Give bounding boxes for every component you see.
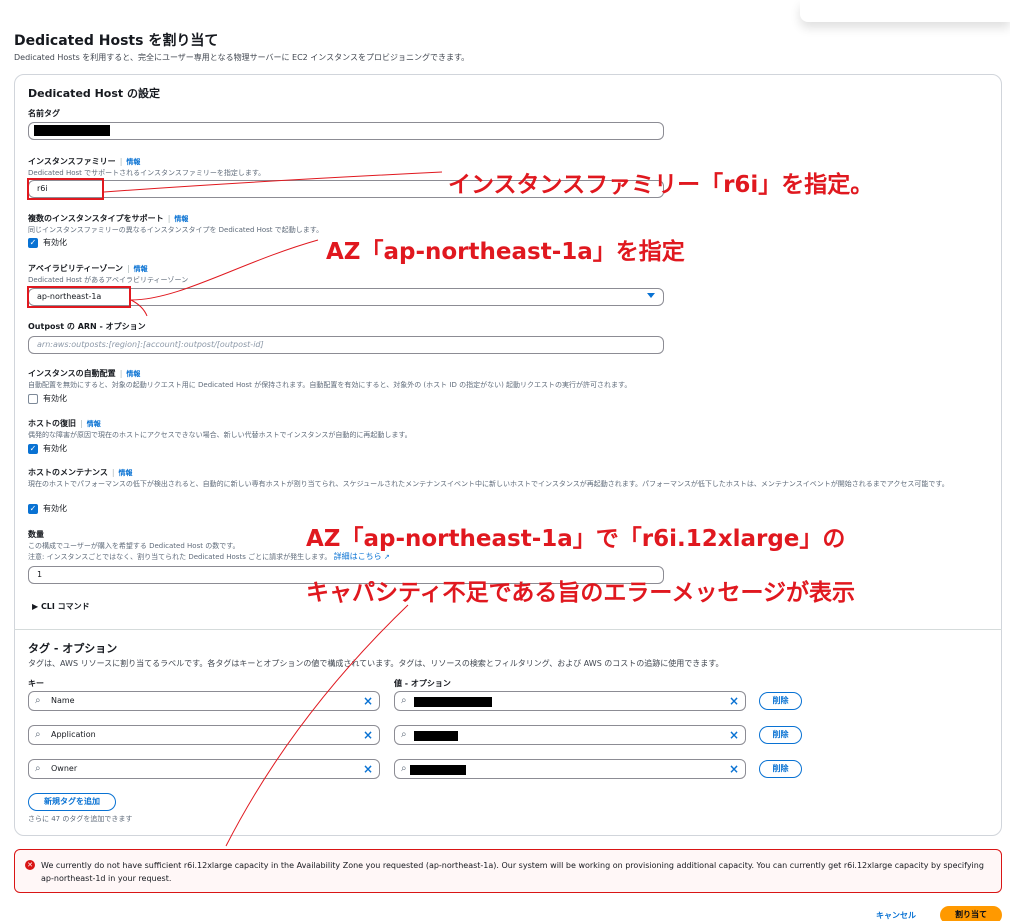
info-link[interactable]: 情報: [174, 215, 188, 223]
search-icon: ⌕: [35, 729, 41, 740]
clear-icon[interactable]: ×: [363, 760, 373, 778]
multi-type-checkbox-row[interactable]: ✓ 有効化: [28, 237, 67, 248]
instance-family-label: インスタンスファミリー | 情報: [28, 157, 141, 166]
caret-down-icon: [647, 293, 655, 298]
cli-command-toggle[interactable]: ▶ CLI コマンド: [32, 601, 90, 612]
multi-type-label: 複数のインスタンスタイプをサポート | 情報: [28, 214, 189, 223]
host-maintenance-checkbox-row[interactable]: ✓ 有効化: [28, 503, 67, 514]
auto-placement-checkbox[interactable]: [28, 393, 38, 404]
auto-placement-desc: 自動配置を無効にすると、対象の起動リクエスト用に Dedicated Host …: [28, 381, 632, 389]
annotation-capacity-line1: AZ「ap-northeast-1a」で「r6i.12xlarge」の: [306, 526, 846, 552]
clear-icon[interactable]: ×: [363, 692, 373, 710]
search-icon: ⌕: [401, 729, 407, 740]
checkbox-label: 有効化: [43, 444, 67, 453]
annotation-az: AZ「ap-northeast-1a」を指定: [326, 239, 685, 265]
az-label: アベイラビリティーゾーン | 情報: [28, 264, 148, 273]
annotation-capacity-line2: キャパシティ不足である旨のエラーメッセージが表示: [306, 580, 856, 606]
search-icon: ⌕: [401, 763, 407, 774]
top-shadow: [800, 0, 1010, 22]
remove-tag-button[interactable]: 削除: [759, 760, 802, 778]
panel-divider: [14, 629, 1002, 630]
outpost-arn-input[interactable]: arn:aws:outposts:[region]:[account]:outp…: [28, 336, 664, 354]
host-recovery-desc: 偶発的な障害が原因で現在のホストにアクセスできない場合、新しい代替ホストでインス…: [28, 431, 412, 439]
instance-family-desc: Dedicated Host でサポートされるインスタンスファミリーを指定します…: [28, 169, 266, 177]
remove-tag-button[interactable]: 削除: [759, 726, 802, 744]
tags-title: タグ - オプション: [28, 642, 118, 655]
family-highlight-box: [27, 178, 104, 200]
outpost-label: Outpost の ARN - オプション: [28, 322, 146, 331]
error-message: We currently do not have sufficient r6i.…: [41, 861, 984, 883]
host-recovery-checkbox-row[interactable]: ✓ 有効化: [28, 443, 67, 454]
az-desc: Dedicated Host があるアベイラビリティーゾーン: [28, 276, 189, 284]
name-tag-input[interactable]: [28, 122, 664, 140]
clear-icon[interactable]: ×: [729, 692, 739, 710]
tag-key-header: キー: [28, 679, 44, 688]
info-link[interactable]: 情報: [119, 469, 133, 477]
tags-desc: タグは、AWS リソースに割り当てるラベルです。各タグはキーとオプションの値で構…: [28, 659, 724, 668]
tag-value-header: 値 - オプション: [394, 679, 451, 688]
name-tag-label: 名前タグ: [28, 109, 60, 118]
clear-icon[interactable]: ×: [729, 760, 739, 778]
tag-key-input[interactable]: ⌕ Owner ×: [28, 759, 380, 779]
tags-remaining: さらに 47 のタグを追加できます: [28, 815, 133, 823]
info-link[interactable]: 情報: [87, 420, 101, 428]
checkbox-label: 有効化: [43, 238, 67, 247]
redacted-value: [414, 697, 492, 707]
tag-key-value: Application: [51, 730, 96, 739]
multi-type-desc: 同じインスタンスファミリーの異なるインスタンスタイプを Dedicated Ho…: [28, 226, 324, 234]
cancel-button[interactable]: キャンセル: [876, 910, 916, 921]
error-icon: ✕: [25, 860, 35, 870]
az-highlight-box: [27, 286, 131, 308]
search-icon: ⌕: [401, 695, 407, 706]
tag-key-input[interactable]: ⌕ Application ×: [28, 725, 380, 745]
annotation-family: インスタンスファミリー「r6i」を指定。: [448, 172, 874, 198]
host-maintenance-label: ホストのメンテナンス | 情報: [28, 468, 133, 477]
auto-placement-label: インスタンスの自動配置 | 情報: [28, 369, 141, 378]
page-title: Dedicated Hosts を割り当て: [14, 33, 219, 49]
redacted-value: [410, 765, 466, 775]
page-description: Dedicated Hosts を利用すると、完全にユーザー専用となる物理サーバ…: [14, 53, 470, 62]
info-link[interactable]: 情報: [126, 370, 140, 378]
clear-icon[interactable]: ×: [363, 726, 373, 744]
search-icon: ⌕: [35, 695, 41, 706]
redacted-name: [34, 125, 110, 136]
add-tag-button[interactable]: 新規タグを追加: [28, 793, 116, 811]
auto-placement-checkbox-row[interactable]: 有効化: [28, 393, 67, 404]
redacted-value: [414, 731, 458, 741]
clear-icon[interactable]: ×: [729, 726, 739, 744]
error-alert: ✕ We currently do not have sufficient r6…: [14, 849, 1002, 893]
host-recovery-checkbox[interactable]: ✓: [28, 443, 38, 454]
info-link[interactable]: 情報: [134, 265, 148, 273]
tag-key-value: Owner: [51, 764, 78, 773]
quantity-desc: この構成でユーザーが購入を希望する Dedicated Host の数です。: [28, 542, 240, 550]
tag-key-input[interactable]: ⌕ Name ×: [28, 691, 380, 711]
multi-type-checkbox[interactable]: ✓: [28, 237, 38, 248]
tag-key-value: Name: [51, 696, 75, 705]
host-recovery-label: ホストの復旧 | 情報: [28, 419, 101, 428]
info-link[interactable]: 情報: [126, 158, 140, 166]
external-link-icon: ↗: [383, 553, 390, 561]
quantity-label: 数量: [28, 530, 44, 539]
host-maintenance-desc: 現在のホストでパフォーマンスの低下が検出されると、自動的に新しい専有ホストが割り…: [28, 480, 949, 488]
learn-more-link[interactable]: 詳細はこちら: [334, 552, 382, 561]
caret-right-icon: ▶: [32, 602, 41, 611]
checkbox-label: 有効化: [43, 394, 67, 403]
allocate-button[interactable]: 割り当て: [940, 906, 1002, 921]
settings-title: Dedicated Host の設定: [28, 87, 160, 100]
remove-tag-button[interactable]: 削除: [759, 692, 802, 710]
search-icon: ⌕: [35, 763, 41, 774]
checkbox-label: 有効化: [43, 504, 67, 513]
host-maintenance-checkbox[interactable]: ✓: [28, 503, 38, 514]
